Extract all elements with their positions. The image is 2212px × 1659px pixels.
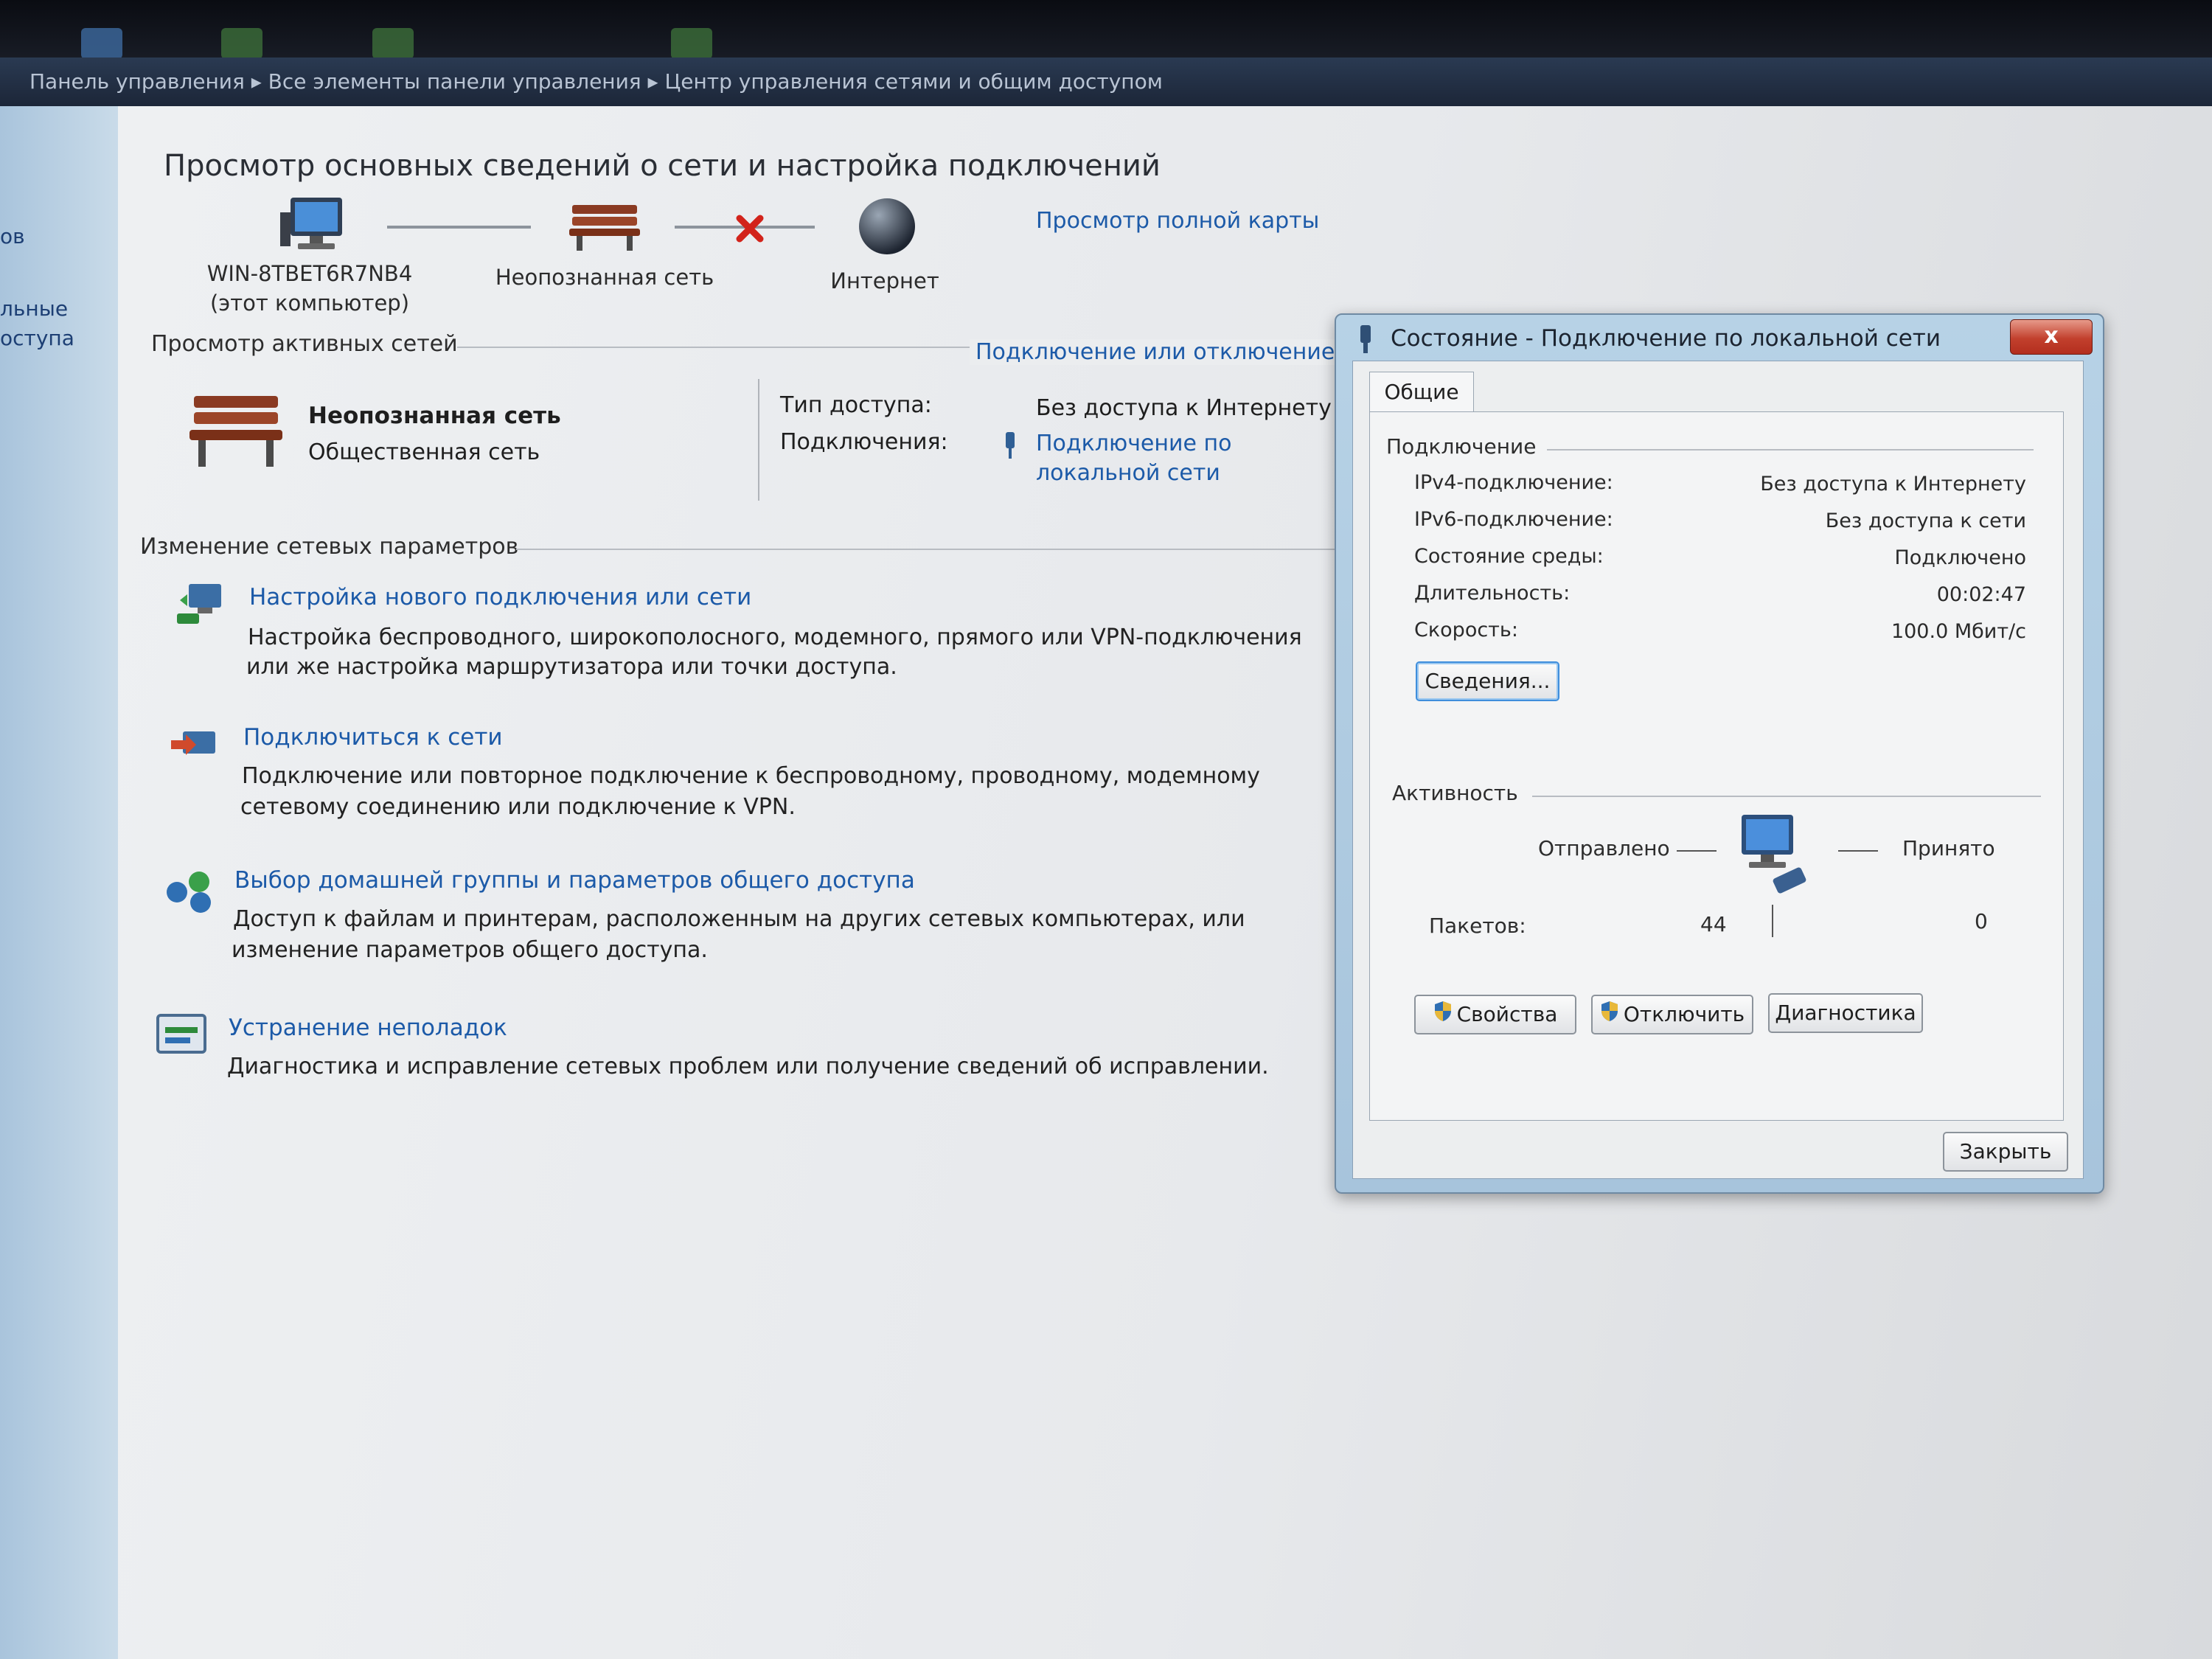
ipv6-label: IPv6-подключение:: [1414, 508, 1613, 531]
diagnose-button[interactable]: Диагностика: [1768, 993, 1923, 1033]
divider: [1547, 449, 2034, 451]
divider: [1677, 850, 1717, 852]
connect-to-network-icon: [168, 724, 224, 779]
active-network-name: Неопознанная сеть: [308, 403, 561, 429]
disconnected-x-icon: [734, 212, 766, 248]
taskbar-app-icon[interactable]: [372, 28, 414, 59]
uac-shield-icon: [1600, 997, 1619, 1034]
task-description: или же настройка маршрутизатора или точк…: [246, 654, 897, 680]
network-node-label: Неопознанная сеть: [495, 265, 714, 290]
divider: [758, 379, 759, 501]
connect-to-network-link[interactable]: Подключиться к сети: [243, 724, 503, 751]
sidebar-item[interactable]: ов: [0, 224, 25, 248]
packets-sent-value: 44: [1700, 912, 1727, 936]
homegroup-icon: [161, 866, 220, 920]
tab-panel-general: Подключение IPv4-подключение: Без доступ…: [1369, 411, 2064, 1121]
bench-network-icon: [568, 201, 641, 255]
sidebar-item[interactable]: оступа: [0, 326, 74, 350]
taskbar-app-icon[interactable]: [671, 28, 712, 59]
divider: [516, 549, 1430, 550]
speed-value: 100.0 Мбит/с: [1891, 620, 2026, 643]
network-activity-icon: [1731, 810, 1820, 902]
active-network-type[interactable]: Общественная сеть: [308, 439, 540, 465]
view-full-map-link[interactable]: Просмотр полной карты: [1036, 208, 1319, 234]
breadcrumb[interactable]: Панель управления ▸ Все элементы панели …: [0, 58, 2212, 106]
disable-button-label: Отключить: [1623, 1002, 1745, 1026]
activity-group-heading: Активность: [1392, 781, 1518, 805]
task-description: сетевому соединению или подключение к VP…: [240, 794, 796, 820]
lan-status-dialog: Состояние - Подключение по локальной сет…: [1335, 313, 2104, 1194]
ipv4-label: IPv4-подключение:: [1414, 471, 1613, 494]
troubleshoot-link[interactable]: Устранение неполадок: [229, 1015, 507, 1041]
internet-node-label: Интернет: [830, 268, 939, 293]
ipv4-value: Без доступа к Интернету: [1760, 473, 2026, 495]
new-connection-icon: [175, 578, 232, 633]
taskbar: [0, 0, 2212, 66]
map-connector: [387, 226, 531, 229]
ethernet-plug-icon: [1355, 324, 1376, 358]
media-state-label: Состояние среды:: [1414, 545, 1604, 568]
properties-button-label: Свойства: [1456, 1002, 1558, 1026]
connections-label: Подключения:: [780, 429, 948, 455]
packets-received-value: 0: [1975, 909, 1988, 933]
homegroup-sharing-link[interactable]: Выбор домашней группы и параметров общег…: [234, 867, 915, 894]
packets-label: Пакетов:: [1429, 914, 1526, 938]
received-label: Принято: [1902, 836, 1995, 860]
connection-group-heading: Подключение: [1386, 434, 1537, 459]
lan-connection-link[interactable]: локальной сети: [1036, 460, 1220, 486]
troubleshoot-icon: [155, 1009, 211, 1061]
task-description: Доступ к файлам и принтерам, расположенн…: [233, 906, 1245, 932]
setup-new-connection-link[interactable]: Настройка нового подключения или сети: [249, 584, 751, 611]
computer-icon: [280, 195, 351, 257]
uac-shield-icon: [1433, 997, 1453, 1034]
ethernet-plug-icon: [1001, 431, 1019, 463]
page-title: Просмотр основных сведений о сети и наст…: [164, 149, 1161, 183]
internet-globe-icon: [855, 195, 919, 261]
close-icon[interactable]: x: [2010, 319, 2093, 355]
sidebar: ов льные оступа: [0, 106, 118, 1659]
change-settings-heading: Изменение сетевых параметров: [140, 534, 519, 560]
disable-button[interactable]: Отключить: [1591, 995, 1753, 1034]
divider: [1532, 796, 2041, 797]
properties-button[interactable]: Свойства: [1414, 995, 1576, 1034]
divider: [1772, 905, 1773, 937]
dialog-title: Состояние - Подключение по локальной сет…: [1391, 325, 1941, 352]
duration-value: 00:02:47: [1936, 583, 2026, 606]
media-state-value: Подключено: [1894, 546, 2026, 569]
taskbar-app-icon[interactable]: [81, 28, 122, 59]
task-description: Диагностика и исправление сетевых пробле…: [227, 1054, 1269, 1079]
active-networks-heading: Просмотр активных сетей: [151, 331, 458, 357]
dialog-body: Общие Подключение IPv4-подключение: Без …: [1352, 361, 2084, 1179]
details-button[interactable]: Сведения...: [1416, 661, 1559, 701]
duration-label: Длительность:: [1414, 582, 1571, 605]
sidebar-item[interactable]: льные: [0, 296, 68, 321]
access-type-label: Тип доступа:: [780, 392, 932, 418]
speed-label: Скорость:: [1414, 619, 1518, 641]
task-description: Подключение или повторное подключение к …: [242, 763, 1260, 789]
task-description: Настройка беспроводного, широкополосного…: [248, 625, 1302, 650]
ipv6-value: Без доступа к сети: [1825, 509, 2026, 532]
sent-label: Отправлено: [1538, 836, 1670, 860]
computer-name: WIN-8TBET6R7NB4: [206, 261, 413, 286]
bench-network-icon: [188, 390, 284, 471]
connect-disconnect-link[interactable]: Подключение или отключение: [970, 339, 1335, 365]
close-button[interactable]: Закрыть: [1943, 1132, 2068, 1172]
access-type-value: Без доступа к Интернету: [1036, 395, 1332, 421]
taskbar-app-icon[interactable]: [221, 28, 262, 59]
tab-general[interactable]: Общие: [1369, 372, 1474, 412]
task-description: изменение параметров общего доступа.: [232, 937, 708, 963]
divider: [1838, 850, 1878, 852]
lan-connection-link[interactable]: Подключение по: [1036, 431, 1231, 456]
computer-sub: (этот компьютер): [209, 291, 410, 316]
